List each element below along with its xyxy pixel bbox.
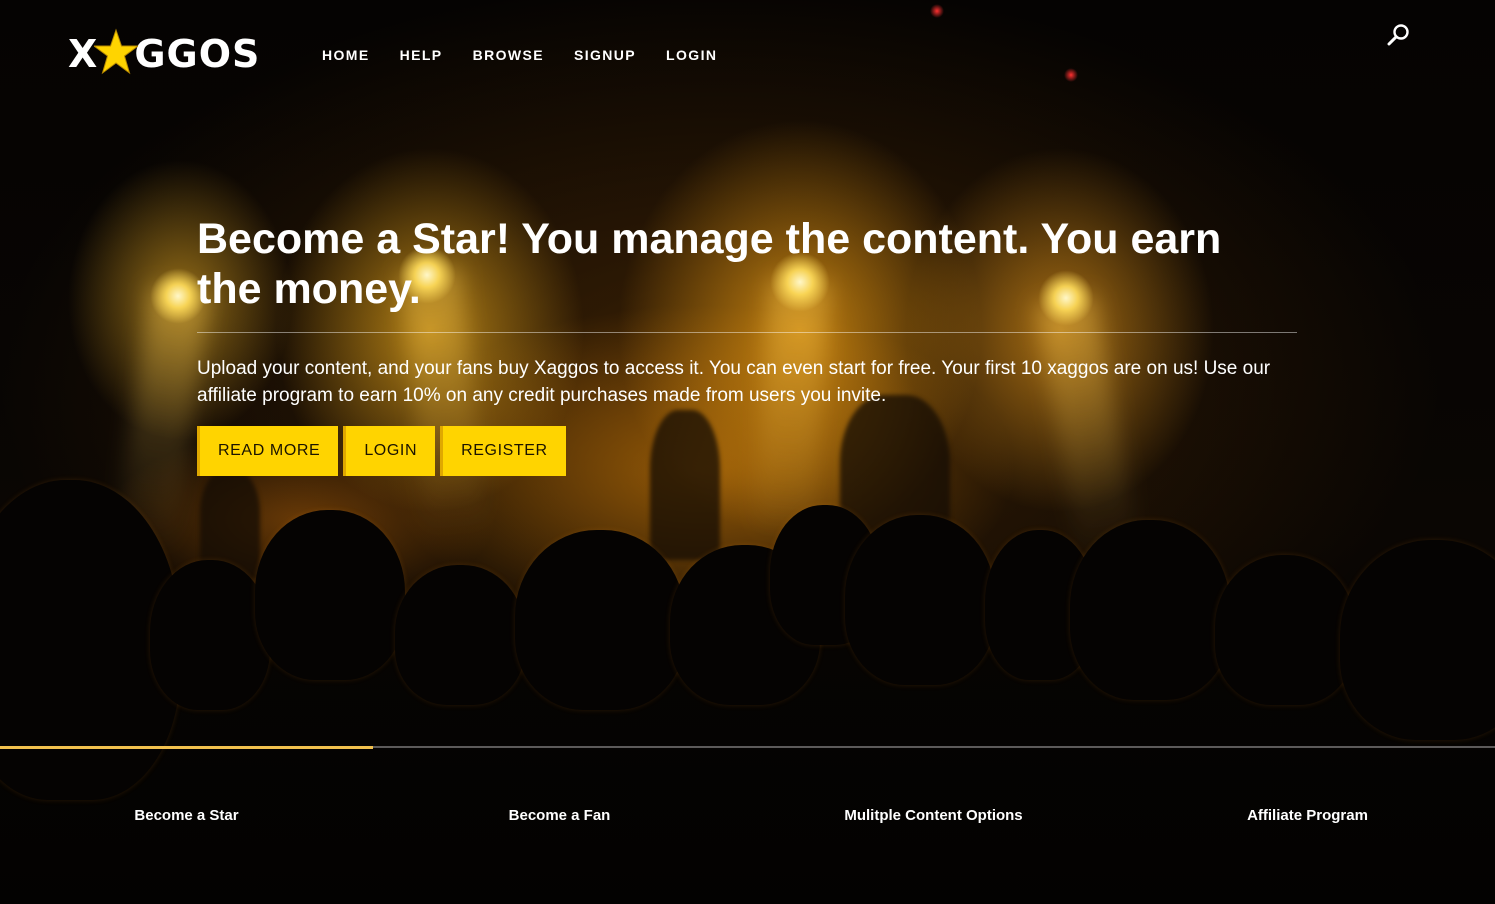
tab-become-a-star[interactable]: Become a Star xyxy=(0,806,373,826)
login-button[interactable]: LOGIN xyxy=(343,426,436,476)
hero-buttons: READ MORE LOGIN REGISTER xyxy=(197,426,1297,476)
feature-tabs: Become a Star Become a Fan Mulitple Cont… xyxy=(0,746,1495,904)
nav-help[interactable]: HELP xyxy=(400,44,443,66)
hero-content: Become a Star! You manage the content. Y… xyxy=(197,214,1297,476)
hero-headline: Become a Star! You manage the content. Y… xyxy=(197,215,1222,313)
star-icon xyxy=(94,28,139,80)
site-header: X GGOS HOME HELP BROWSE SIGNUP LOGIN xyxy=(0,0,1495,110)
xaggos-logo[interactable]: X GGOS xyxy=(68,28,260,80)
search-icon[interactable] xyxy=(1386,22,1412,48)
read-more-button[interactable]: READ MORE xyxy=(197,426,339,476)
nav-browse[interactable]: BROWSE xyxy=(473,44,544,66)
nav-home[interactable]: HOME xyxy=(322,44,370,66)
hero-description: Upload your content, and your fans buy X… xyxy=(197,358,1271,406)
hero-divider xyxy=(197,332,1297,333)
register-button[interactable]: REGISTER xyxy=(440,426,566,476)
logo-text-right: GGOS xyxy=(134,32,261,76)
tab-active-indicator xyxy=(0,746,373,749)
main-nav: HOME HELP BROWSE SIGNUP LOGIN xyxy=(322,44,717,66)
nav-login[interactable]: LOGIN xyxy=(666,44,717,66)
nav-signup[interactable]: SIGNUP xyxy=(574,44,636,66)
tab-multiple-content-options[interactable]: Mulitple Content Options xyxy=(747,806,1120,826)
tab-affiliate-program[interactable]: Affiliate Program xyxy=(1121,806,1494,826)
tab-become-a-fan[interactable]: Become a Fan xyxy=(373,806,746,826)
